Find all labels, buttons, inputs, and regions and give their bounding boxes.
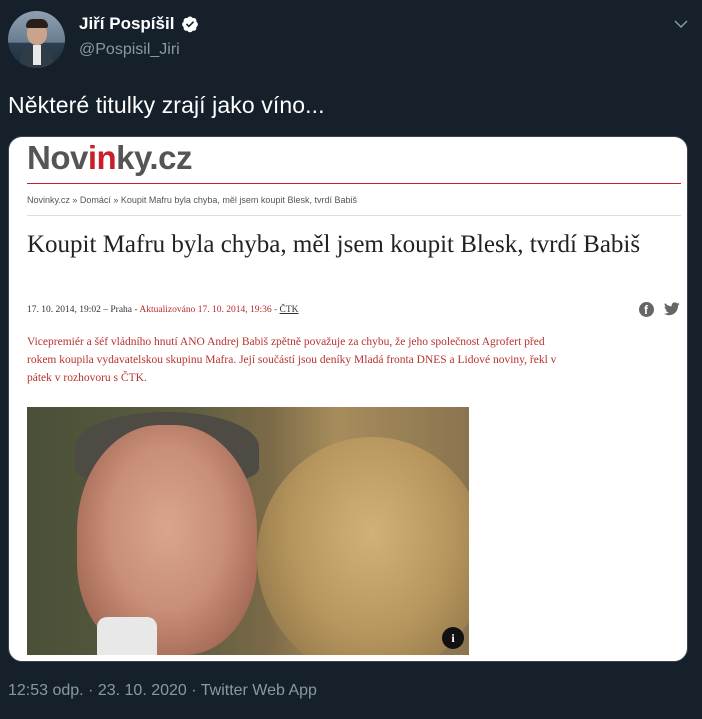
tweet-media-image[interactable]: Novinky.cz Novinky.cz » Domácí » Koupit … [8, 136, 688, 662]
tweet-text: Některé titulky zrají jako víno... [8, 92, 325, 118]
twitter-icon [664, 302, 680, 316]
article-meta: 17. 10. 2014, 19:02 – Praha - Aktualizov… [27, 305, 299, 315]
breadcrumb-divider [27, 215, 681, 216]
article-photo: i [27, 407, 469, 655]
logo-divider [27, 183, 681, 184]
meta-date: 17. 10. 2014, 19:02 – Praha - [27, 305, 140, 315]
meta-updated: Aktualizováno 17. 10. 2014, 19:36 - [139, 305, 280, 315]
article-title: Koupit Mafru byla chyba, měl jsem koupit… [27, 231, 641, 258]
novinky-logo: Novinky.cz [27, 139, 192, 177]
photo-blurred-person [257, 437, 469, 655]
article-perex: Vicepremiér a šéf vládního hnutí ANO And… [27, 336, 557, 384]
chevron-down-icon[interactable] [672, 15, 690, 33]
facebook-icon: f [639, 302, 654, 317]
verified-badge-icon [182, 16, 198, 33]
photo-collar [97, 617, 157, 655]
info-icon[interactable]: i [442, 627, 464, 649]
logo-prefix: Nov [27, 139, 88, 176]
tweet-timestamp[interactable]: 12:53 odp. · 23. 10. 2020 · Twitter Web … [8, 682, 317, 700]
display-name[interactable]: Jiří Pospíšil [79, 14, 174, 34]
logo-accent: in [87, 139, 117, 176]
tweet-header: Jiří Pospíšil @Pospisil_Jiri [0, 0, 702, 80]
avatar-shirt [33, 45, 41, 65]
handle[interactable]: @Pospisil_Jiri [79, 41, 180, 59]
breadcrumb: Novinky.cz » Domácí » Koupit Mafru byla … [27, 195, 357, 205]
logo-suffix: ky.cz [116, 139, 192, 176]
meta-source: ČTK [279, 305, 299, 315]
avatar[interactable] [8, 11, 65, 68]
avatar-hair [26, 19, 48, 28]
